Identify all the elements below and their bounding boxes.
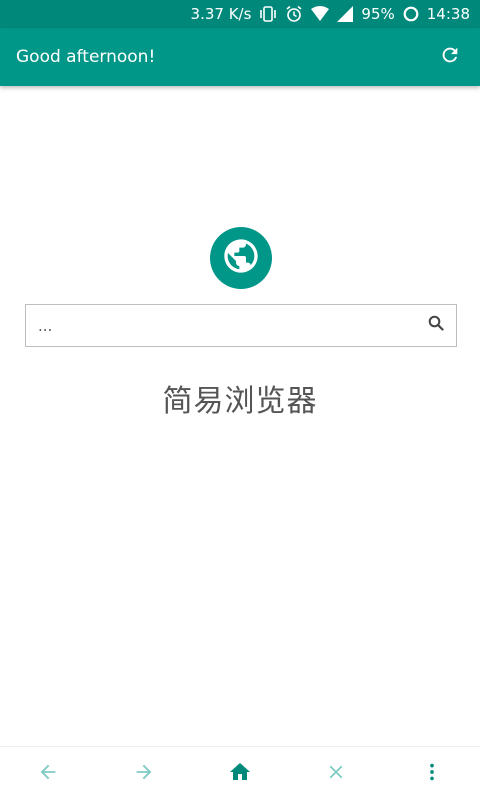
battery-ring-icon <box>403 6 419 22</box>
net-speed: 3.37 K/s <box>190 5 252 23</box>
battery-level: 95% <box>361 5 395 23</box>
search-input[interactable] <box>26 305 416 346</box>
arrow-back-icon <box>37 761 59 788</box>
close-icon <box>325 761 347 788</box>
browser-logo <box>210 227 272 289</box>
more-menu-button[interactable] <box>408 750 456 798</box>
arrow-forward-icon <box>133 761 155 788</box>
refresh-icon <box>439 44 461 71</box>
home-icon <box>228 760 252 789</box>
wifi-icon <box>311 6 330 22</box>
home-button[interactable] <box>216 750 264 798</box>
clock: 14:38 <box>426 5 470 23</box>
vibrate-icon <box>259 6 277 22</box>
search-button[interactable] <box>416 305 456 346</box>
app-name: 简易浏览器 <box>162 384 318 419</box>
app-toolbar: Good afternoon! <box>0 28 480 86</box>
forward-button[interactable] <box>120 750 168 798</box>
status-bar: 3.37 K/s 95% 14:38 <box>0 0 480 28</box>
search-box <box>25 304 457 347</box>
greeting-title: Good afternoon! <box>16 47 156 67</box>
alarm-icon <box>285 5 303 23</box>
close-tab-button[interactable] <box>312 750 360 798</box>
bottom-nav <box>0 746 480 801</box>
back-button[interactable] <box>24 750 72 798</box>
signal-icon <box>337 6 354 22</box>
more-vert-icon <box>421 761 443 788</box>
search-icon <box>428 315 444 336</box>
globe-icon <box>221 236 261 281</box>
refresh-button[interactable] <box>436 43 464 71</box>
